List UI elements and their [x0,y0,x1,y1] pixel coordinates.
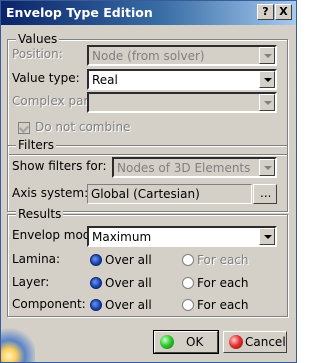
complex-part-select [87,92,277,113]
corner-decoration-icon [1,326,35,362]
do-not-combine-label: Do not combine [35,120,131,134]
values-legend: Values [16,32,60,46]
dialog-title: Envelop Type Edition [6,5,153,20]
ok-green-icon [160,335,174,349]
show-filters-value: Nodes of 3D Elements [117,161,251,175]
axis-system-field: Global (Cartesian) [87,184,252,204]
filters-group: Filters Show filters for: Nodes of 3D El… [7,138,288,212]
axis-system-browse-button[interactable]: ... [253,184,277,204]
envelop-mode-select[interactable]: Maximum [87,226,277,247]
component-for-each-label: For each [197,298,249,312]
component-over-all-radio[interactable] [90,299,102,311]
cancel-label: Cancel [245,335,286,349]
show-filters-select: Nodes of 3D Elements [112,157,277,178]
envelop-mode-dropdown-icon[interactable] [259,228,275,245]
lamina-over-all-label: Over all [105,253,152,267]
value-type-label: Value type: [12,71,80,85]
close-button[interactable]: X [275,4,292,20]
lamina-label: Lamina: [12,252,61,266]
lamina-for-each-radio [182,254,194,266]
complex-part-label: Complex part: [12,94,98,108]
complex-part-dropdown-icon [259,94,275,111]
layer-label: Layer: [12,275,50,289]
component-for-each-radio[interactable] [182,299,194,311]
component-label: Component: [12,297,86,311]
ok-label: OK [186,335,204,349]
axis-system-value: Global (Cartesian) [91,187,200,201]
show-filters-dropdown-icon [259,159,275,176]
do-not-combine-checkbox [18,122,30,134]
value-type-value: Real [92,73,118,87]
title-bar[interactable]: Envelop Type Edition ? X [1,1,296,25]
cancel-red-icon [229,335,243,349]
lamina-for-each-label: For each [197,253,249,267]
position-dropdown-icon [259,47,275,64]
cancel-button[interactable]: Cancel [223,331,287,353]
ok-button[interactable]: OK [153,330,219,354]
results-group: Results Envelop mode: Maximum Lamina: Ov… [7,207,288,317]
position-value: Node (from solver) [92,49,205,63]
dialog-body: Values Position: Node (from solver) Valu… [1,25,296,362]
layer-for-each-label: For each [197,276,249,290]
help-button[interactable]: ? [257,4,274,20]
envelop-mode-value: Maximum [92,230,152,244]
position-select: Node (from solver) [87,45,277,66]
layer-over-all-radio[interactable] [90,277,102,289]
axis-system-label: Axis system: [12,186,89,200]
layer-over-all-label: Over all [105,276,152,290]
position-label: Position: [12,47,63,61]
component-over-all-label: Over all [105,298,152,312]
layer-for-each-radio[interactable] [182,277,194,289]
show-filters-label: Show filters for: [12,159,107,173]
results-legend: Results [16,207,64,221]
filters-legend: Filters [16,138,56,152]
value-type-dropdown-icon[interactable] [259,71,275,88]
value-type-select[interactable]: Real [87,69,277,90]
envelop-type-edition-dialog: Envelop Type Edition ? X Values Position… [0,0,297,363]
lamina-over-all-radio[interactable] [90,254,102,266]
browse-button-label: ... [260,186,272,200]
